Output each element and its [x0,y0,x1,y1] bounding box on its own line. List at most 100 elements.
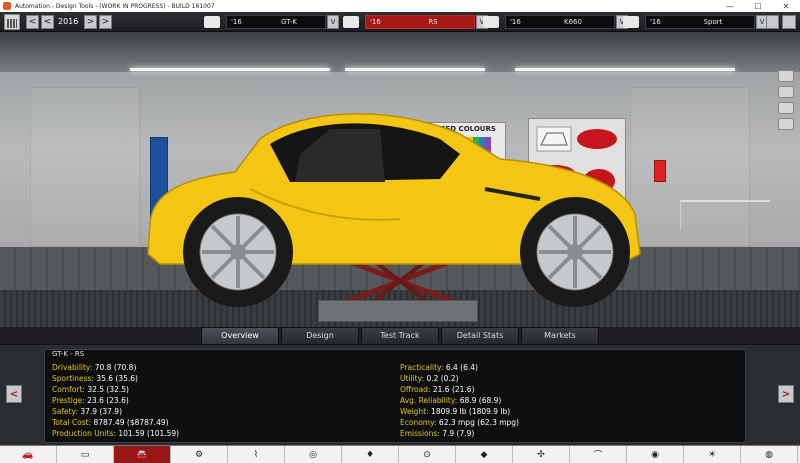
model-dropdown-button[interactable]: V [327,15,339,29]
previous-car-button[interactable]: < [6,385,22,403]
stat-label: Total Cost: [52,418,92,427]
workbench [680,200,770,230]
stat-prestige: Prestige: 23.6 (23.6) [52,395,179,406]
engine-name: K660 [564,18,582,26]
app-window: Automation - Design Tools - (WORK IN PRO… [0,0,800,463]
year-forward-button[interactable]: > [84,15,97,29]
wall-panel [30,87,140,247]
stat-label: Drivability: [52,363,93,372]
info-tabs: Overview Design Test Track Detail Stats … [0,327,800,344]
tab-test-track[interactable]: Test Track [361,327,439,344]
model-year: '16 [231,18,242,26]
export-icon[interactable] [766,15,779,29]
gearbox-icon[interactable]: ⚙ [171,445,228,463]
engine-icon [483,16,499,28]
globe-icon[interactable]: ◍ [741,445,798,463]
stat-value: 68.9 (68.9) [459,396,502,405]
stat-offroad: Offroad: 21.6 (21.6) [400,384,519,395]
window-title: Automation - Design Tools - (WORK IN PRO… [15,2,215,10]
year-forward-fast-button[interactable]: > [99,15,112,29]
interior-icon[interactable]: ♦ [342,445,399,463]
stat-value: 7.9 (7.9) [442,429,475,438]
stat-value: 21.6 (21.6) [432,385,475,394]
trim-year: '16 [370,18,381,26]
design-stage-bar: 🚗 ▭ 🚘 ⚙ ⌇ ◎ ♦ ⊙ ◆ ✣ ⌒ ◉ ☀ ◍ [0,445,800,463]
variant-name: Sport [703,18,723,26]
stat-practicality: Practicality: 6.4 (6.4) [400,362,519,373]
trim-selector[interactable]: '16 RS V [343,15,488,29]
stat-label: Practicality: [400,363,444,372]
stat-value: 32.5 (32.5) [87,385,129,394]
engine-selector[interactable]: '16 K660 V [483,15,628,29]
stat-label: Utility: [400,374,425,383]
car-icon[interactable]: 🚗 [0,445,57,463]
stat-emissions: Emissions: 7.9 (7.9) [400,428,519,439]
engine-variant-selector[interactable]: '16 Sport V [623,15,768,29]
car-trim-icon [343,16,359,28]
body-icon[interactable]: ◆ [456,445,513,463]
view-side-icon[interactable] [778,86,794,98]
calendar-icon[interactable] [4,14,20,30]
next-car-button[interactable]: > [778,385,794,403]
stat-label: Avg. Reliability: [400,396,458,405]
stat-value: 8787.49 ($8787.49) [93,418,169,427]
tab-markets[interactable]: Markets [521,327,599,344]
engine-variant-icon [623,16,639,28]
trim-name: RS [428,18,438,26]
stat-label: Emissions: [400,429,440,438]
wheels-icon[interactable]: ◎ [285,445,342,463]
stat-value: 70.8 (70.8) [94,363,137,372]
close-button[interactable]: ✕ [772,0,800,12]
app-logo-icon [3,2,11,10]
car-viewport[interactable]: ROPOSED COLOURS [0,32,800,327]
car-model [147,113,641,307]
stat-label: Safety: [52,407,78,416]
fire-extinguisher-sign [654,160,666,182]
stat-value: 101.59 (101.59) [118,429,180,438]
stat-value: 37.9 (37.9) [80,407,123,416]
stats-left-column: Drivability: 70.8 (70.8) Sportiness: 35.… [52,362,179,439]
ceiling-light [515,68,735,71]
stat-economy: Economy: 62.3 mpg (62.3 mpg) [400,417,519,428]
year-back-fast-button[interactable]: < [26,15,39,29]
stat-safety: Safety: 37.9 (37.9) [52,406,179,417]
chassis-icon[interactable]: ▭ [57,445,114,463]
save-icon[interactable] [782,15,796,29]
stat-label: Economy: [400,418,437,427]
view-front-icon[interactable] [778,102,794,114]
stat-value: 0.2 (0.2) [426,374,459,383]
model-selector[interactable]: '16 GT-K V [204,15,339,29]
aero-icon[interactable]: ⌒ [570,445,627,463]
view-tools [772,64,800,327]
year-back-button[interactable]: < [41,15,54,29]
tab-detail-stats[interactable]: Detail Stats [441,327,519,344]
car-active-icon[interactable]: 🚘 [114,445,171,463]
stat-production-units: Production Units: 101.59 (101.59) [52,428,179,439]
stat-label: Weight: [400,407,429,416]
tab-overview[interactable]: Overview [201,327,279,344]
engine-year: '16 [510,18,521,26]
tab-design[interactable]: Design [281,327,359,344]
stat-avg-reliability: Avg. Reliability: 68.9 (68.9) [400,395,519,406]
steering-icon[interactable]: ◉ [627,445,684,463]
brakes-icon[interactable]: ⊙ [399,445,456,463]
stat-value: 6.4 (6.4) [445,363,478,372]
stat-value: 23.6 (23.6) [87,396,129,405]
minimize-button[interactable]: — [716,0,744,12]
stat-label: Production Units: [52,429,116,438]
stat-value: 35.6 (35.6) [96,374,138,383]
suspension-icon[interactable]: ⌇ [228,445,285,463]
camera-icon[interactable] [778,70,794,82]
stats-right-column: Practicality: 6.4 (6.4) Utility: 0.2 (0.… [400,362,519,439]
ceiling-light [130,68,330,71]
stat-drivability: Drivability: 70.8 (70.8) [52,362,179,373]
stat-label: Prestige: [52,396,85,405]
car-model-icon [204,16,220,28]
maximize-button[interactable]: ☐ [744,0,772,12]
lights-icon[interactable]: ☀ [684,445,741,463]
stat-value: 1809.9 lb (1809.9 lb) [431,407,511,416]
view-rear-icon[interactable] [778,118,794,130]
fan-icon[interactable]: ✣ [513,445,570,463]
stat-value: 62.3 mpg (62.3 mpg) [438,418,519,427]
model-name: GT-K [281,18,297,26]
